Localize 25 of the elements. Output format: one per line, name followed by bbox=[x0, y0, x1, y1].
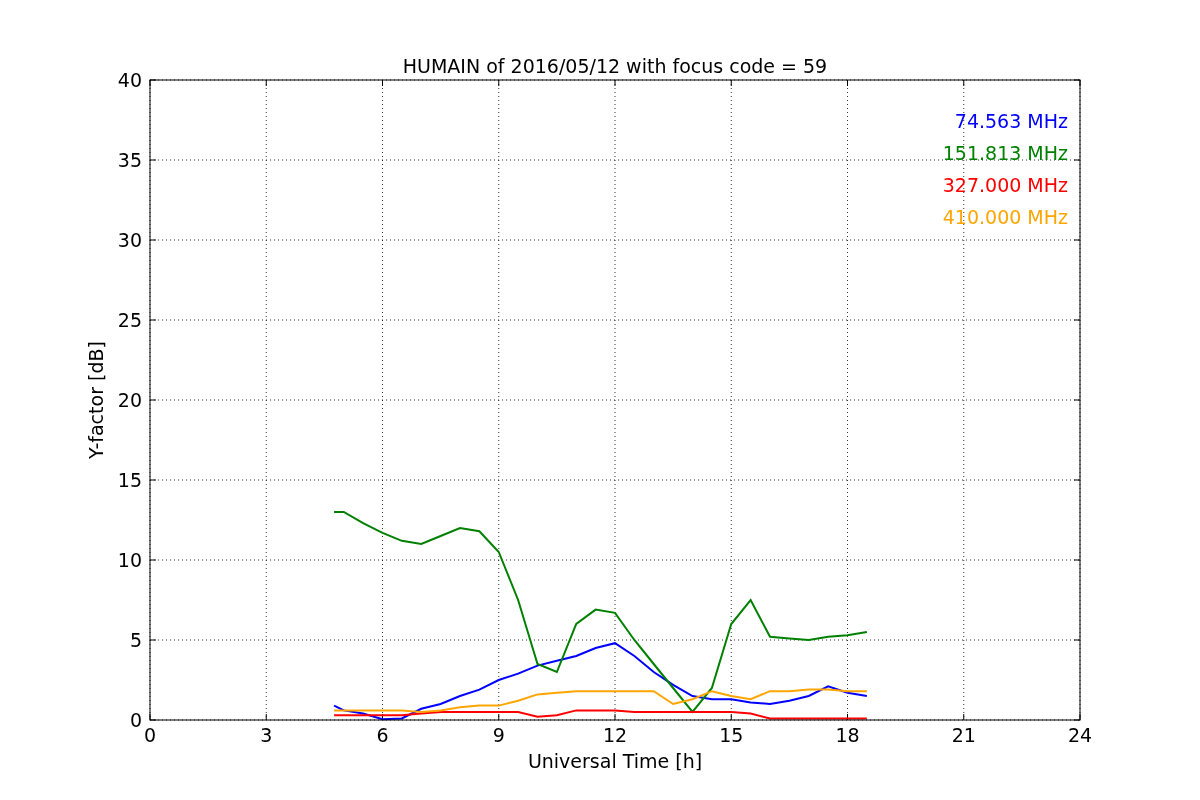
tick-label: 0 bbox=[129, 709, 142, 731]
legend-label: 410.000 MHz bbox=[942, 206, 1068, 228]
tick-label: 3 bbox=[260, 724, 273, 746]
tick-label: 0 bbox=[143, 724, 157, 746]
axis-label: Y-factor [dB] bbox=[85, 341, 107, 459]
tick-label: 25 bbox=[117, 309, 142, 331]
legend-label: 327.000 MHz bbox=[942, 174, 1068, 196]
axis-label: Universal Time [h] bbox=[527, 750, 703, 772]
chart-title: HUMAIN of 2016/05/12 with focus code = 59 bbox=[402, 55, 828, 77]
tick-label: 6 bbox=[376, 724, 389, 746]
tick-label: 30 bbox=[117, 229, 142, 251]
tick-label: 20 bbox=[117, 389, 142, 411]
tick-label: 15 bbox=[117, 469, 142, 491]
tick-label: 10 bbox=[117, 549, 142, 571]
tick-label: 12 bbox=[602, 724, 628, 746]
tick-label: 18 bbox=[835, 724, 860, 746]
tick-label: 24 bbox=[1067, 724, 1093, 746]
legend-label: 151.813 MHz bbox=[942, 142, 1068, 164]
legend-label: 74.563 MHz bbox=[954, 110, 1068, 132]
tick-label: 21 bbox=[951, 724, 976, 746]
tick-label: 9 bbox=[492, 724, 505, 746]
tick-label: 35 bbox=[117, 149, 142, 171]
tick-label: 15 bbox=[719, 724, 744, 746]
tick-label: 40 bbox=[117, 69, 142, 91]
tick-label: 5 bbox=[129, 629, 142, 651]
